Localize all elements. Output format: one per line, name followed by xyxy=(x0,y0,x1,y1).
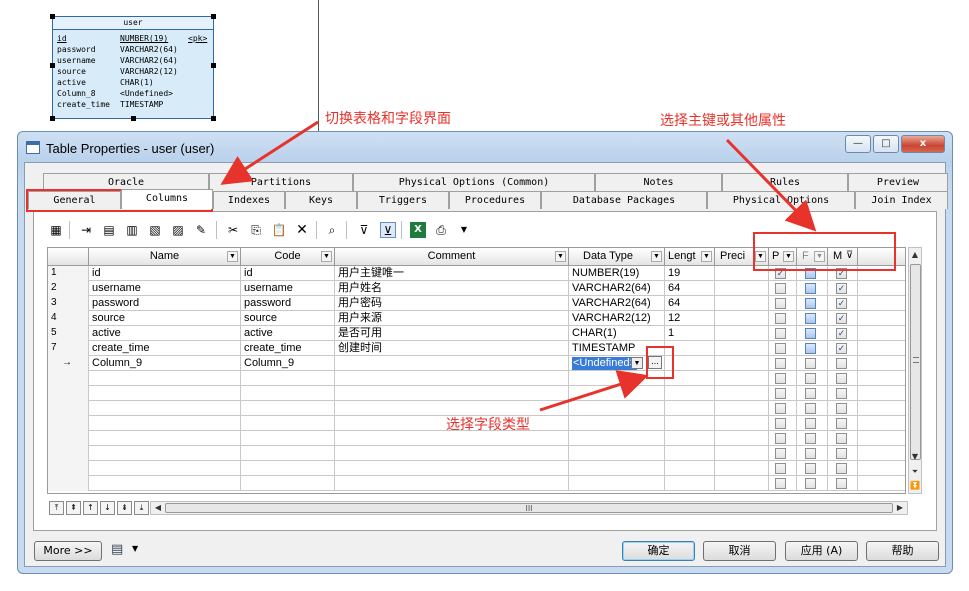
arrow-to-pk xyxy=(725,138,817,232)
arrow-to-tabs xyxy=(220,120,319,185)
arrow-to-type xyxy=(539,370,649,412)
annotation-arrows xyxy=(220,120,817,412)
tab-columns[interactable]: Columns xyxy=(121,189,213,209)
